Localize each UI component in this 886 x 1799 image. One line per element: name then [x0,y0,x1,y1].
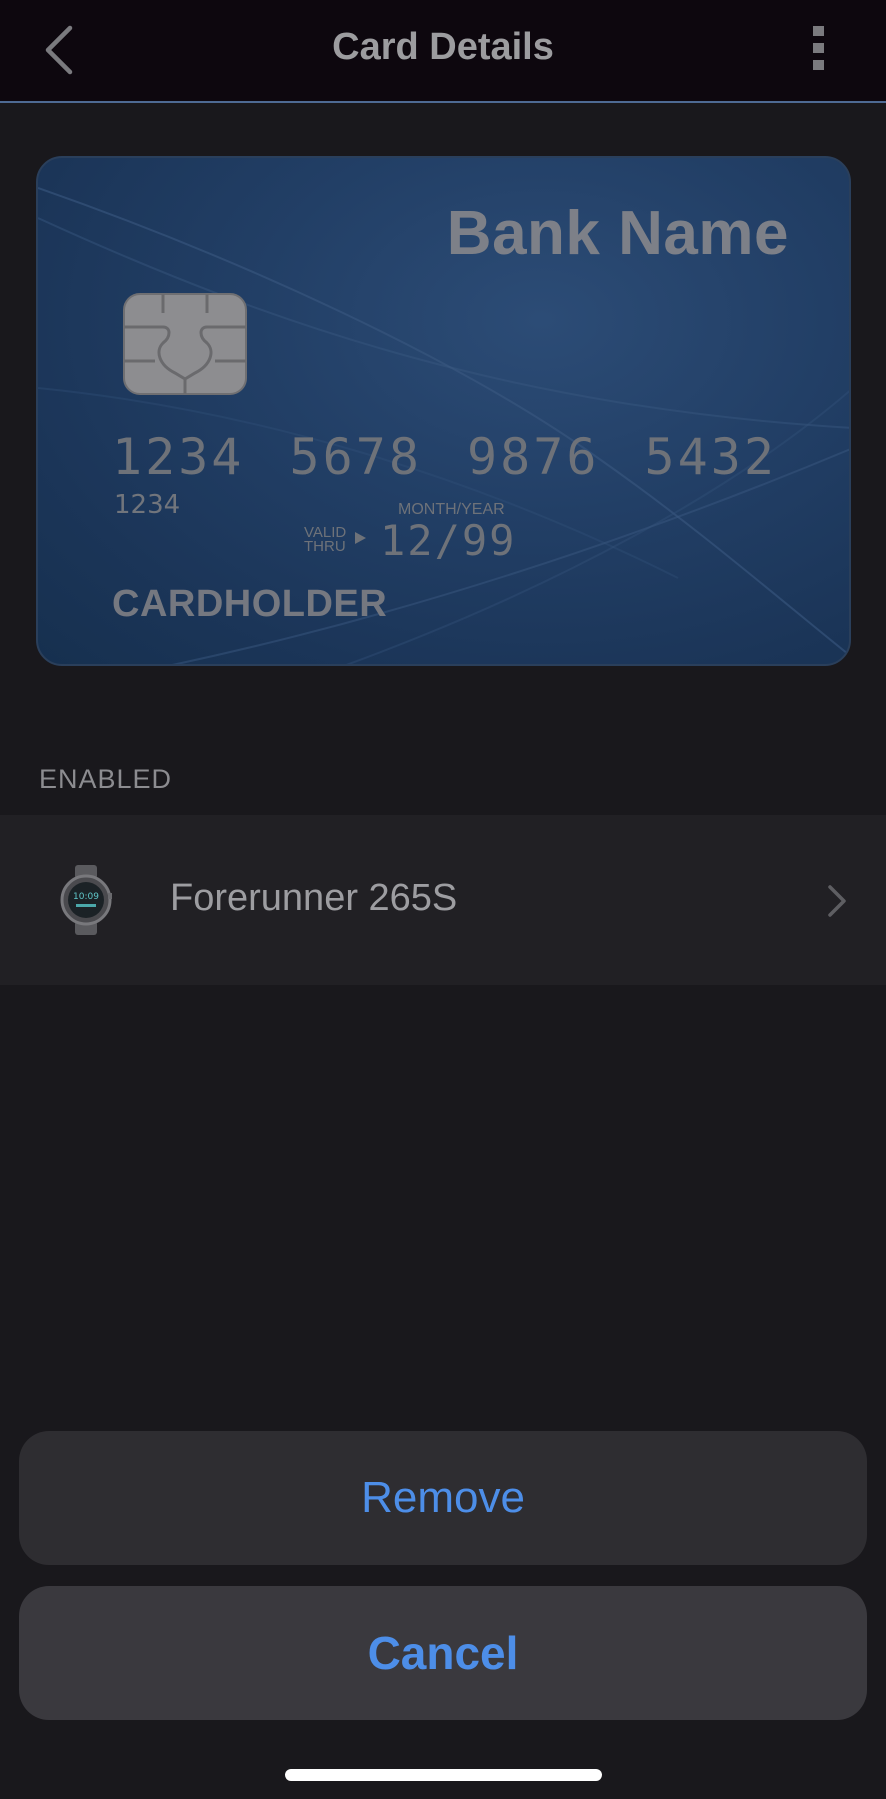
remove-button[interactable]: Remove [19,1431,867,1565]
more-vertical-icon [813,26,824,70]
payment-card: Bank Name 1234 5678 9876 5432 1234 VALID… [36,156,851,666]
cardholder-name: CARDHOLDER [112,583,388,625]
cancel-button[interactable]: Cancel [19,1586,867,1720]
device-name: Forerunner 265S [170,877,458,919]
valid-thru-arrow-icon [355,532,366,544]
emv-chip-icon [123,293,247,395]
section-header-enabled: ENABLED [39,764,173,794]
device-row[interactable]: 10:09 Forerunner 265S [0,815,886,985]
more-options-button[interactable] [806,24,832,74]
card-number: 1234 5678 9876 5432 [112,428,777,486]
home-indicator[interactable] [285,1769,602,1781]
nav-header: Card Details [0,0,886,103]
svg-text:10:09: 10:09 [73,892,99,902]
card-expiry: 12/99 [380,516,517,565]
card-number-short: 1234 [114,490,181,520]
chevron-right-icon [828,885,846,917]
bank-name: Bank Name [446,199,789,268]
smartwatch-icon: 10:09 [60,865,112,935]
page-title: Card Details [332,26,554,68]
card-details-screen: Card Details Bank Name 1234 5678 9876 54… [0,0,886,1799]
